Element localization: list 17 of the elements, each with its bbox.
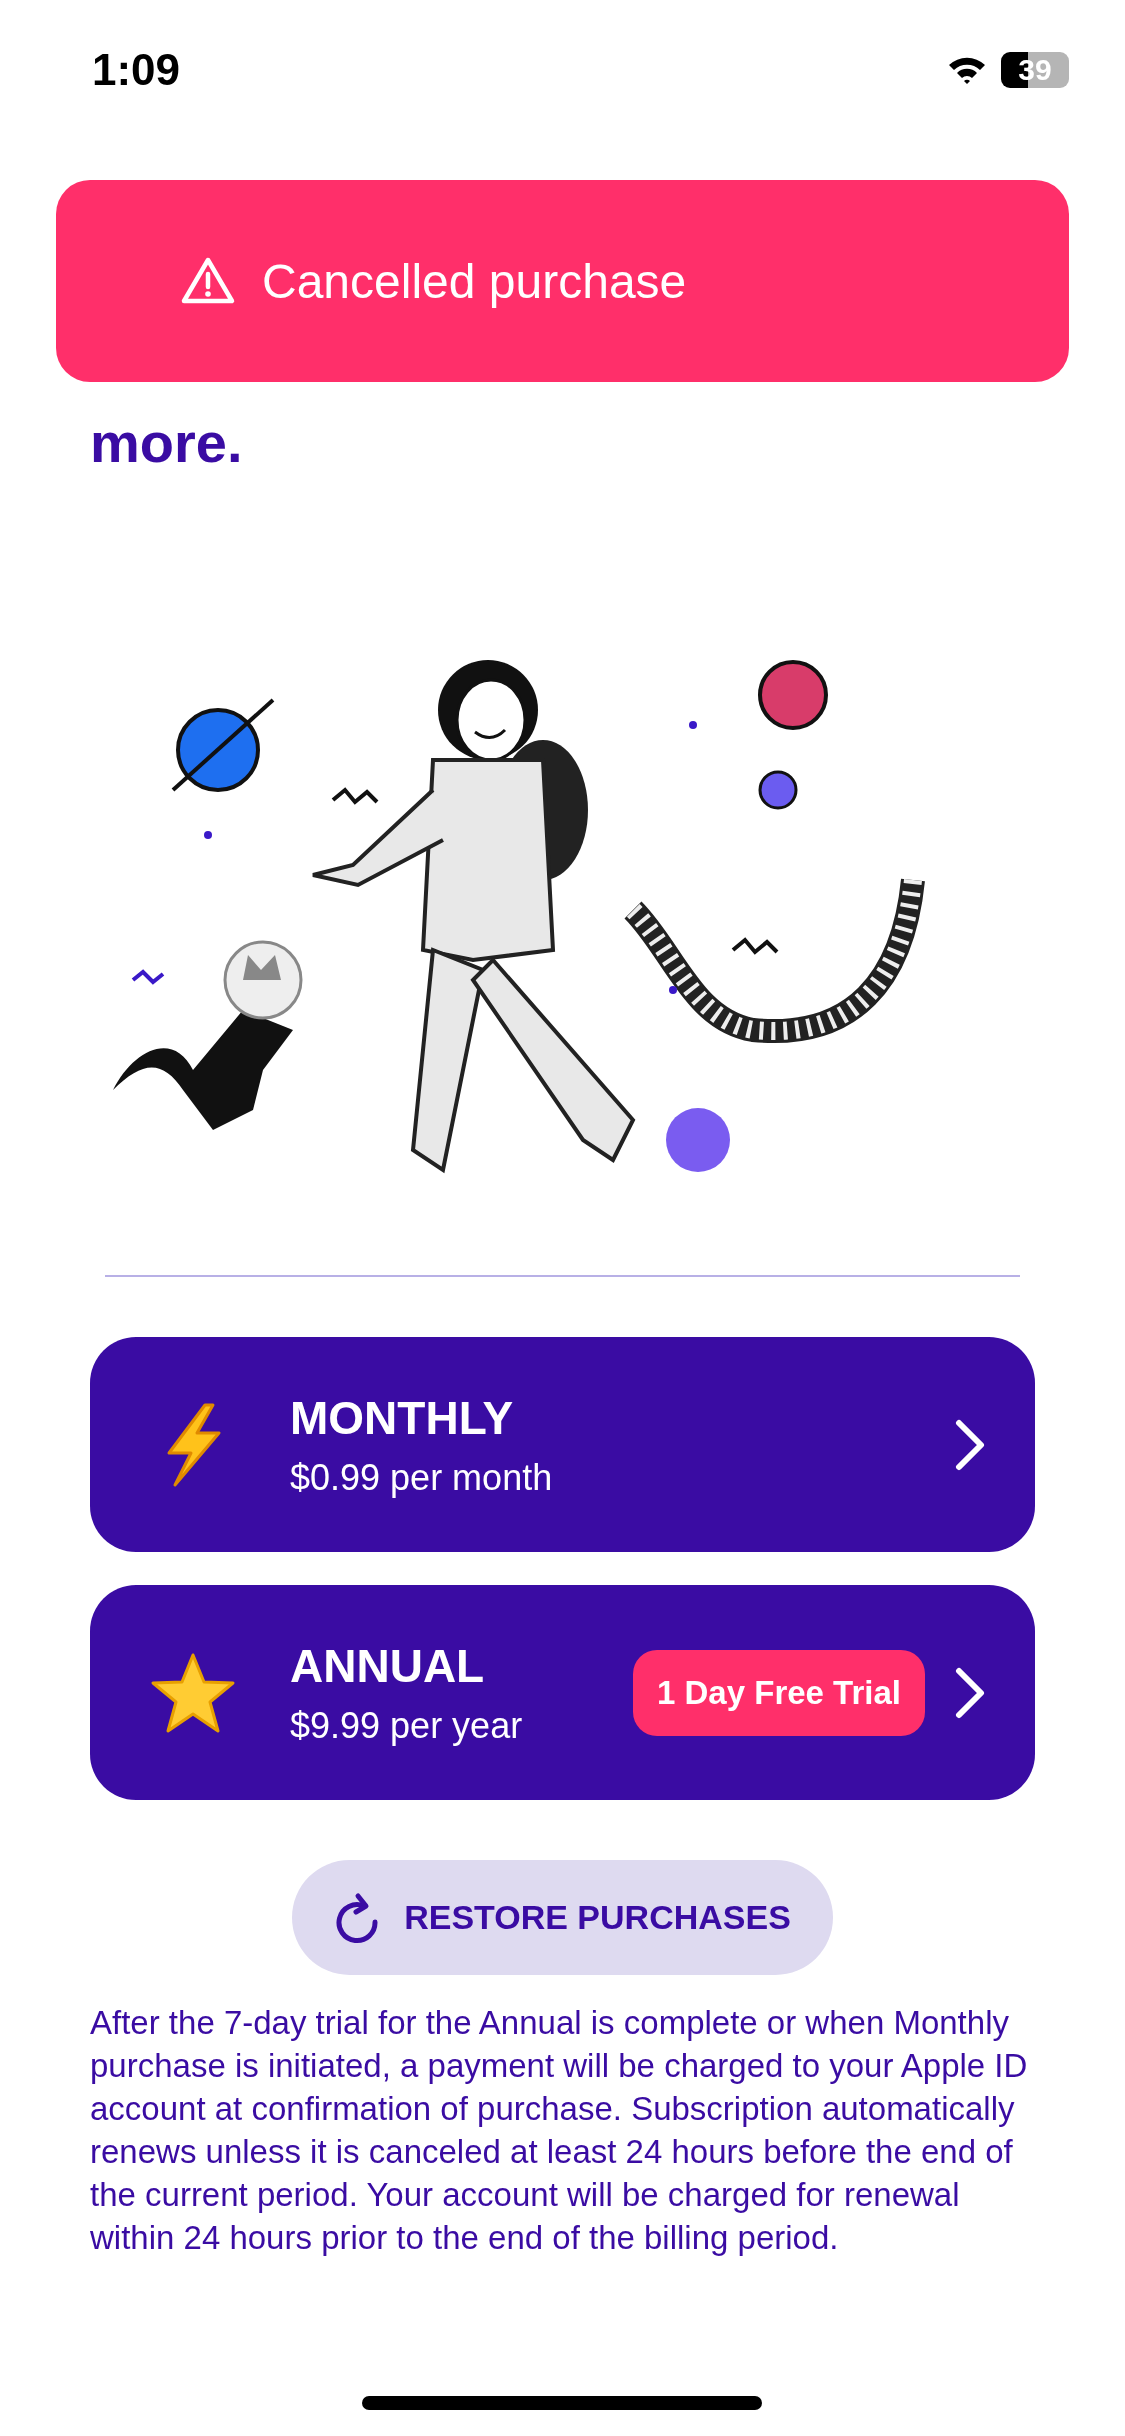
status-time: 1:09 (92, 45, 181, 95)
warning-icon (180, 256, 236, 306)
plan-price: $9.99 per year (290, 1704, 524, 1747)
free-trial-badge: 1 Day Free Trial (633, 1649, 925, 1736)
heading-text: more. (90, 410, 243, 475)
wifi-icon (947, 55, 987, 85)
restore-purchases-button[interactable]: RESTORE PURCHASES (292, 1860, 833, 1975)
chevron-right-icon (955, 1418, 985, 1471)
toast-message: Cancelled purchase (262, 253, 687, 309)
plan-price: $0.99 per month (290, 1456, 554, 1499)
star-icon (150, 1651, 236, 1734)
plan-title: MONTHLY (290, 1390, 515, 1445)
subscription-disclaimer: After the 7-day trial for the Annual is complete or when Monthly purchase is initiated, a payment will be charged to your Apple ID account at confirmation of purchase. Subscription automatically renews unless it is canceled at least 24 hours before the end of the current period. Your account will be charged for renewal within 24 hours prior to the end of the billing period. (90, 2003, 1029, 2258)
plan-button[interactable]: MONTHLY $0.99 per month (90, 1337, 1035, 1552)
plan-title: ANNUAL (290, 1638, 486, 1693)
plan-button[interactable]: ANNUAL $9.99 per year 1 Day Free Trial (90, 1585, 1035, 1800)
chevron-right-icon (955, 1666, 985, 1719)
